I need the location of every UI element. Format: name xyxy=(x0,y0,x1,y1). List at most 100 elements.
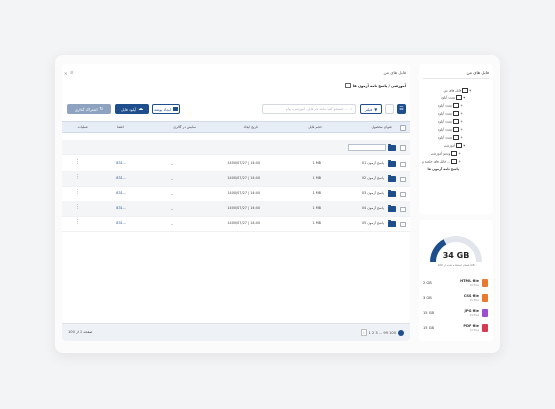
row-checkbox[interactable] xyxy=(400,161,406,168)
share-label: اشتراک گذاری xyxy=(74,106,98,112)
file-date: 1400/07/27 | 14:40 xyxy=(227,221,260,226)
expand-icon[interactable]: + xyxy=(458,152,461,156)
col-title[interactable]: عنوان محصول xyxy=(372,125,392,129)
file-name[interactable]: پاسخ آزمون 03 xyxy=(362,191,384,195)
expand-icon[interactable]: ▾ xyxy=(469,89,471,93)
folder-outline-icon xyxy=(456,95,463,100)
menu-icon[interactable]: ≡ xyxy=(70,70,74,75)
tree-item-educational[interactable]: آموزشی ▾ xyxy=(444,143,465,148)
tree-label: تست آپلود xyxy=(437,135,453,140)
row-checkbox[interactable] xyxy=(400,176,406,183)
more-actions-icon[interactable]: ⋮ xyxy=(75,220,80,225)
file-size: 15 GB xyxy=(423,311,434,315)
row-checkbox[interactable] xyxy=(400,206,406,213)
file-type-css[interactable]: 3 GB CSS file 15 files xyxy=(419,293,493,305)
table-row[interactable]: پاسخ آزمون 01 1 MB 1400/07/27 | 14:40 _ … xyxy=(62,156,410,172)
file-type: HTML file xyxy=(460,279,479,283)
more-actions-icon[interactable]: ⋮ xyxy=(75,160,80,165)
file-date: 1400/07/27 | 14:40 xyxy=(227,191,260,196)
table-row[interactable]: پاسخ آزمون 05 1 MB 1400/07/27 | 14:40 _ … xyxy=(62,216,410,232)
expand-icon[interactable]: + xyxy=(460,120,463,124)
tree-item[interactable]: تست آپلود ▾ xyxy=(441,95,465,100)
tree-item[interactable]: تست آپلود + xyxy=(438,103,463,108)
expand-icon[interactable]: + xyxy=(460,112,463,116)
close-icon[interactable]: ✕ xyxy=(64,71,68,76)
pdf-file-icon xyxy=(482,324,488,332)
grid-view-button[interactable] xyxy=(385,104,394,114)
col-size[interactable]: حجم فایل xyxy=(308,125,322,129)
col-gallery[interactable]: نمایش در گالری xyxy=(173,125,196,129)
tree-item[interactable]: تست آپلود + xyxy=(438,135,463,140)
list-view-button[interactable]: ☰ xyxy=(397,104,406,114)
col-date[interactable]: تاریخ ایجاد xyxy=(244,125,258,129)
file-name[interactable]: پاسخ آزمون 05 xyxy=(362,221,384,225)
expand-icon[interactable]: + xyxy=(458,160,461,164)
filter-button[interactable]: فیلتر ▼ xyxy=(360,104,382,114)
file-size: 1 MB xyxy=(312,191,322,196)
share-button[interactable]: اشتراک گذاری ↻ xyxy=(67,104,111,114)
search-input[interactable]: جستجو کنید مانند نام فایل، آموزشی، پیام … xyxy=(262,104,356,114)
expand-icon[interactable]: + xyxy=(460,128,463,132)
more-actions-icon[interactable]: ⋮ xyxy=(75,205,80,210)
file-count: 12 files xyxy=(469,328,479,332)
more-actions-icon[interactable]: ⋮ xyxy=(75,175,80,180)
col-actions[interactable]: عملیات xyxy=(78,125,88,129)
table-row[interactable]: پاسخ آزمون 03 1 MB 1400/07/27 | 14:40 _ … xyxy=(62,186,410,202)
col-members[interactable]: اعضا xyxy=(117,125,124,129)
tree-label: تست آپلود xyxy=(437,103,453,108)
tree-label: تست آپلود xyxy=(441,95,456,100)
tree-item[interactable]: تست آپلود + xyxy=(438,119,463,124)
select-all-checkbox[interactable] xyxy=(400,125,406,131)
new-folder-name-input[interactable] xyxy=(348,144,386,151)
jpg-file-icon xyxy=(482,309,488,317)
row-checkbox[interactable] xyxy=(400,145,406,151)
pagination[interactable]: ‹ 1 2 3 ... 99 100 xyxy=(360,329,404,336)
expand-icon[interactable]: ▾ xyxy=(463,96,465,100)
file-members: 831... xyxy=(116,176,126,181)
file-gallery: _ xyxy=(171,206,173,211)
new-folder-button[interactable]: ایجاد پوشه xyxy=(152,104,180,114)
file-count: 10 files xyxy=(469,283,479,287)
row-checkbox[interactable] xyxy=(400,221,406,228)
folder-outline-icon xyxy=(453,111,460,116)
more-actions-icon[interactable]: ⋮ xyxy=(75,190,80,195)
page-numbers[interactable]: 1 2 3 ... 99 100 xyxy=(369,331,396,335)
folder-outline-icon xyxy=(453,127,460,132)
new-folder-row xyxy=(62,140,410,155)
file-type-jpg[interactable]: 15 GB JPG file 24 files xyxy=(419,308,493,320)
tree-item[interactable]: تست آپلود + xyxy=(438,111,463,116)
expand-icon[interactable]: ▾ xyxy=(463,144,465,148)
folder-icon xyxy=(388,219,396,227)
folder-icon xyxy=(388,189,396,197)
file-name[interactable]: پاسخ آزمون 02 xyxy=(362,176,384,180)
folder-outline-icon xyxy=(462,88,469,93)
storage-caption: فضای استفاده شده از 100 GB xyxy=(437,263,475,267)
file-name[interactable]: پاسخ آزمون 01 xyxy=(362,161,384,165)
folder-outline-icon xyxy=(453,119,460,124)
tree-item[interactable]: فایل های جلسه و ... + xyxy=(422,159,461,164)
file-name[interactable]: پاسخ آزمون 04 xyxy=(362,206,384,210)
tree-item-active[interactable]: پاسخ نامه آزمون ها xyxy=(427,167,459,171)
tree-item-my-files[interactable]: فایل های من ▾ xyxy=(444,88,471,93)
file-members: 831... xyxy=(116,191,126,196)
folder-outline-icon xyxy=(453,135,460,140)
file-date: 1400/07/27 | 14:40 xyxy=(227,161,260,166)
tree-item[interactable]: ویدیو آموزشی + xyxy=(431,151,461,156)
prev-page-icon[interactable]: ‹ xyxy=(360,329,367,336)
current-page[interactable] xyxy=(398,329,404,336)
folder-icon xyxy=(388,143,396,151)
table-row[interactable]: پاسخ آزمون 04 1 MB 1400/07/27 | 14:40 _ … xyxy=(62,201,410,217)
tree-item[interactable]: تست آپلود + xyxy=(438,127,463,132)
upload-file-button[interactable]: آپلود فایل ☁ xyxy=(115,104,149,114)
expand-icon[interactable]: + xyxy=(460,136,463,140)
row-checkbox[interactable] xyxy=(400,191,406,198)
expand-icon[interactable]: + xyxy=(460,104,463,108)
folder-icon xyxy=(388,204,396,212)
table-row[interactable]: پاسخ آزمون 02 1 MB 1400/07/27 | 14:40 _ … xyxy=(62,171,410,187)
file-size: 3 GB xyxy=(423,296,432,300)
file-type-html[interactable]: 2 GB HTML file 10 files xyxy=(419,278,493,290)
folder-tree-panel: فایل های من فایل های من ▾ تست آپلود ▾ تس… xyxy=(419,64,493,214)
file-gallery: _ xyxy=(171,176,173,181)
file-type-pdf[interactable]: 15 GB PDF file 12 files xyxy=(419,323,493,335)
breadcrumb-text[interactable]: آموزشی / پاسخ نامه آزمون ها xyxy=(353,84,406,88)
